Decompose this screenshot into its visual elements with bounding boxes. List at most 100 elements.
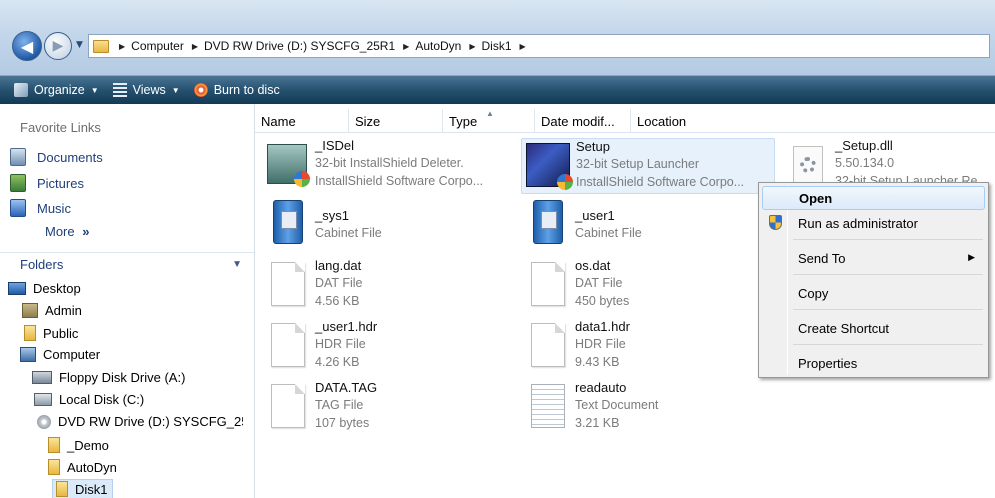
menu-item-label: Properties bbox=[798, 355, 858, 371]
breadcrumb-computer[interactable]: Computer bbox=[131, 39, 184, 53]
views-button[interactable]: Views ▼ bbox=[112, 83, 180, 97]
file-size: 107 bytes bbox=[315, 416, 370, 430]
file-item-sys1[interactable]: _sys1 Cabinet File bbox=[261, 196, 519, 252]
file-size: 4.56 KB bbox=[315, 294, 360, 308]
file-icon-box bbox=[522, 139, 573, 191]
history-dropdown-icon[interactable]: ▼ bbox=[76, 40, 83, 50]
tree-item-label: Floppy Disk Drive (A:) bbox=[59, 370, 186, 385]
column-header-name[interactable]: Name bbox=[255, 109, 349, 133]
file-item-os-dat[interactable]: os.dat DAT File 450 bytes bbox=[521, 258, 779, 314]
breadcrumb-disk1[interactable]: Disk1 bbox=[482, 39, 512, 53]
back-button[interactable]: ◀ bbox=[12, 31, 42, 61]
column-header-size[interactable]: Size bbox=[349, 109, 443, 133]
forward-button[interactable]: ▶ bbox=[44, 32, 72, 60]
file-item-isdel[interactable]: _ISDel 32-bit InstallShield Deleter. Ins… bbox=[261, 138, 519, 194]
column-label: Location bbox=[637, 113, 687, 129]
folders-label: Folders bbox=[20, 257, 64, 272]
tree-item-public[interactable]: Public bbox=[24, 325, 78, 341]
tree-item-floppy[interactable]: Floppy Disk Drive (A:) bbox=[32, 370, 185, 385]
burn-disc-icon bbox=[193, 83, 208, 97]
menu-item-label: Create Shortcut bbox=[798, 320, 890, 336]
pictures-icon bbox=[10, 174, 26, 192]
organize-icon bbox=[14, 83, 28, 97]
file-item-user1-hdr[interactable]: _user1.hdr HDR File 4.26 KB bbox=[261, 319, 519, 375]
cabinet-file-icon bbox=[273, 200, 303, 244]
file-item-data1-hdr[interactable]: data1.hdr HDR File 9.43 KB bbox=[521, 319, 779, 375]
tree-item-autodyn[interactable]: AutoDyn bbox=[48, 459, 117, 475]
breadcrumb-autodyn[interactable]: AutoDyn bbox=[415, 39, 461, 53]
local-disk-icon bbox=[34, 393, 52, 406]
file-name: _sys1 bbox=[315, 208, 349, 223]
tree-item-admin[interactable]: Admin bbox=[22, 303, 82, 318]
file-details: _user1.hdr HDR File 4.26 KB bbox=[315, 319, 377, 371]
menu-item-create-shortcut[interactable]: Create Shortcut bbox=[762, 316, 985, 340]
tree-item-demo[interactable]: _Demo bbox=[48, 437, 109, 453]
file-type: Cabinet File bbox=[315, 226, 382, 240]
file-icon-box bbox=[521, 258, 569, 310]
breadcrumb-chevron-icon[interactable]: ▶ bbox=[469, 42, 475, 51]
folder-icon bbox=[48, 459, 60, 475]
menu-item-send-to[interactable]: Send To ▶ bbox=[762, 246, 985, 270]
dvd-drive-icon bbox=[37, 414, 51, 429]
double-chevron-icon: » bbox=[82, 224, 90, 239]
tree-item-label: Computer bbox=[43, 347, 101, 362]
menu-item-run-as-administrator[interactable]: Run as administrator bbox=[762, 211, 985, 235]
file-version: 5.50.134.0 bbox=[835, 156, 895, 170]
file-name: _user1.hdr bbox=[315, 319, 378, 334]
tree-item-dvd-drive[interactable]: DVD RW Drive (D:) SYSCFG_25R1 bbox=[37, 414, 243, 429]
file-item-readauto[interactable]: readauto Text Document 3.21 KB bbox=[521, 380, 779, 436]
tree-item-disk1[interactable]: Disk1 bbox=[52, 479, 113, 498]
computer-icon bbox=[20, 347, 36, 362]
breadcrumb-chevron-icon[interactable]: ▶ bbox=[403, 42, 409, 51]
tree-item-desktop[interactable]: Desktop bbox=[8, 281, 81, 296]
chevron-down-icon: ▼ bbox=[232, 259, 242, 270]
folders-header[interactable]: Folders ▼ bbox=[0, 252, 254, 276]
menu-separator bbox=[793, 274, 983, 275]
organize-button[interactable]: Organize ▼ bbox=[14, 83, 99, 97]
favorite-label: Pictures bbox=[37, 175, 84, 191]
file-icon-box bbox=[521, 196, 569, 248]
views-label: Views bbox=[132, 83, 166, 97]
tree-item-computer[interactable]: Computer bbox=[20, 347, 100, 362]
breadcrumb-dvd-drive[interactable]: DVD RW Drive (D:) SYSCFG_25R1 bbox=[204, 39, 395, 53]
back-arrow-icon: ◀ bbox=[20, 36, 34, 56]
menu-item-open[interactable]: Open bbox=[762, 186, 985, 210]
file-item-setup[interactable]: Setup 32-bit Setup Launcher InstallShiel… bbox=[521, 138, 775, 194]
file-item-user1[interactable]: _user1 Cabinet File bbox=[521, 196, 779, 252]
breadcrumb-chevron-icon[interactable]: ▶ bbox=[192, 42, 198, 51]
column-label: Name bbox=[261, 113, 296, 129]
breadcrumb-chevron-icon[interactable]: ▶ bbox=[119, 42, 125, 51]
file-details: os.dat DAT File 450 bytes bbox=[575, 258, 629, 310]
file-icon-box bbox=[261, 258, 309, 310]
chevron-down-icon: ▼ bbox=[171, 85, 180, 95]
file-type: 32-bit InstallShield Deleter. bbox=[315, 156, 464, 170]
file-details: readauto Text Document 3.21 KB bbox=[575, 380, 658, 432]
menu-item-copy[interactable]: Copy bbox=[762, 281, 985, 305]
favorite-pictures[interactable]: Pictures bbox=[10, 174, 84, 192]
cabinet-file-icon bbox=[533, 200, 563, 244]
blank-file-icon bbox=[531, 262, 565, 306]
file-name: Setup bbox=[576, 139, 610, 154]
file-item-lang-dat[interactable]: lang.dat DAT File 4.56 KB bbox=[261, 258, 519, 314]
breadcrumb-chevron-icon[interactable]: ▶ bbox=[520, 42, 526, 51]
blank-file-icon bbox=[531, 323, 565, 367]
file-item-data-tag[interactable]: DATA.TAG TAG File 107 bytes bbox=[261, 380, 519, 436]
address-field[interactable]: ▶ Computer ▶ DVD RW Drive (D:) SYSCFG_25… bbox=[88, 34, 990, 58]
file-name: _Setup.dll bbox=[835, 138, 893, 153]
blank-file-icon bbox=[271, 323, 305, 367]
more-favorites-link[interactable]: More » bbox=[45, 224, 89, 239]
file-name: os.dat bbox=[575, 258, 611, 273]
file-details: Setup 32-bit Setup Launcher InstallShiel… bbox=[576, 139, 744, 191]
tree-item-local-disk[interactable]: Local Disk (C:) bbox=[34, 392, 144, 407]
favorite-documents[interactable]: Documents bbox=[10, 148, 103, 166]
column-header-location[interactable]: Location bbox=[631, 109, 721, 133]
column-label: Size bbox=[355, 113, 381, 129]
menu-item-properties[interactable]: Properties bbox=[762, 351, 985, 375]
favorite-music[interactable]: Music bbox=[10, 199, 71, 217]
uac-shield-icon bbox=[769, 215, 782, 230]
installer-app-icon bbox=[267, 144, 310, 187]
file-details: data1.hdr HDR File 9.43 KB bbox=[575, 319, 630, 371]
file-size: 4.26 KB bbox=[315, 355, 360, 369]
burn-to-disc-button[interactable]: Burn to disc bbox=[193, 83, 280, 97]
column-header-date-modified[interactable]: Date modif... bbox=[535, 109, 631, 133]
